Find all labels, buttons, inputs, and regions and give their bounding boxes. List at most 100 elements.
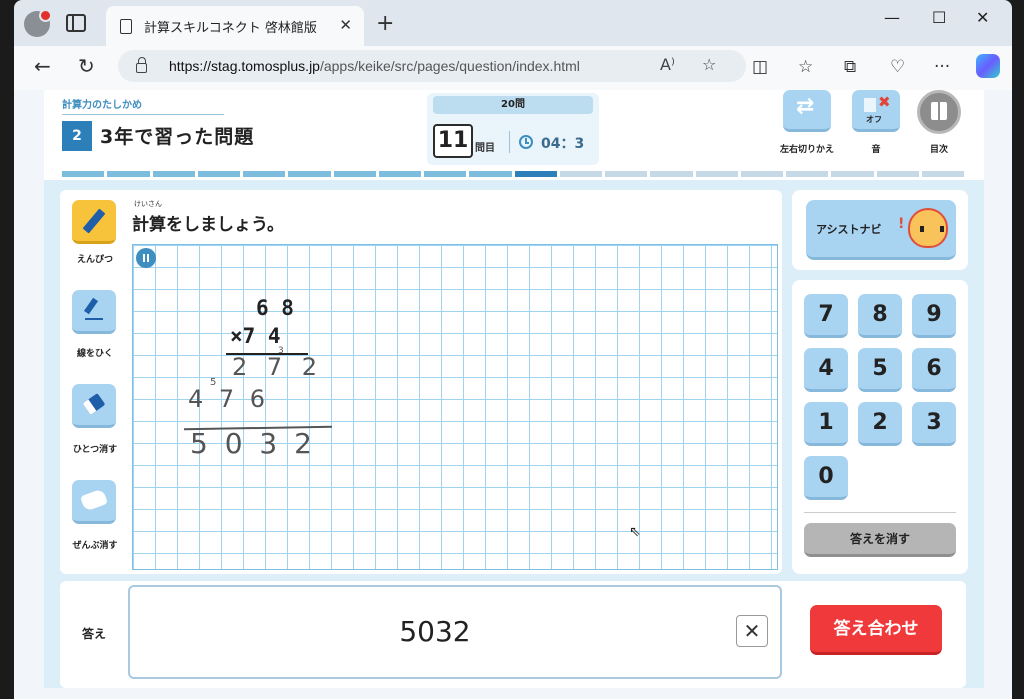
partial-product-1: 2 7 2 xyxy=(232,353,324,381)
clock-icon xyxy=(519,135,533,149)
swap-sides-button[interactable] xyxy=(783,90,831,132)
erase-one-tool-button[interactable] xyxy=(72,384,116,428)
question-unit: 問目 xyxy=(475,143,495,154)
erase-one-tool-label: ひとつ消す xyxy=(72,445,118,455)
progress-segment xyxy=(559,171,602,177)
key-9[interactable]: 9 xyxy=(912,294,956,338)
browser-tab[interactable]: 計算スキルコネクト 啓林館版 ✕ xyxy=(106,6,364,46)
favorites-icon[interactable]: ☆ xyxy=(798,57,813,77)
progress-segment xyxy=(876,171,919,177)
browser-chrome: 計算スキルコネクト 啓林館版 ✕ + — ☐ ✕ ← ↻ https://sta… xyxy=(14,0,1012,90)
clear-answer-x-button[interactable]: ✕ xyxy=(736,615,768,647)
pencil-tool-label: えんぴつ xyxy=(76,255,113,265)
key-2[interactable]: 2 xyxy=(858,402,902,446)
progress-segment xyxy=(107,171,150,177)
key-7[interactable]: 7 xyxy=(804,294,848,338)
assist-navi-label: アシストナビ xyxy=(816,223,882,236)
mouse-cursor-icon: ⇖ xyxy=(629,524,641,540)
pause-icon[interactable] xyxy=(136,248,156,268)
speaker-shape xyxy=(864,98,876,112)
sound-state: オフ xyxy=(866,115,882,124)
unit-badge: 2 xyxy=(62,121,92,151)
performance-icon[interactable]: ♡ xyxy=(890,57,905,77)
progress-segment xyxy=(424,171,467,177)
tab-close-icon[interactable]: ✕ xyxy=(339,16,352,34)
progress-segment xyxy=(831,171,874,177)
line-icon xyxy=(85,318,103,320)
progress-segment xyxy=(197,171,240,177)
question-total: 20問 xyxy=(433,96,593,114)
pencil-icon xyxy=(82,208,106,234)
draw-line-tool-button[interactable] xyxy=(72,290,116,334)
reload-button[interactable]: ↻ xyxy=(78,54,95,78)
key-5[interactable]: 5 xyxy=(858,348,902,392)
page-icon xyxy=(120,18,132,34)
assist-panel: アシストナビ xyxy=(792,190,968,270)
key-1[interactable]: 1 xyxy=(804,402,848,446)
more-menu-icon[interactable]: ··· xyxy=(934,57,950,77)
question-stage: 計算力のたしかめ 2 3年で習った問題 20問 11 問目 04：3 左右切りか… xyxy=(44,90,984,688)
favorite-star-icon[interactable]: ☆ xyxy=(702,55,716,74)
progress-segment xyxy=(514,171,557,177)
speaker-muted-icon: ✖ オフ xyxy=(864,93,891,124)
window-close-button[interactable]: ✕ xyxy=(976,8,989,27)
progress-segment xyxy=(786,171,829,177)
draw-line-tool-label: 線をひく xyxy=(76,349,113,359)
tab-actions-icon[interactable] xyxy=(66,14,86,32)
pencil-tool-button[interactable] xyxy=(72,200,116,244)
question-prompt: 計算をしましょう。 xyxy=(132,215,284,235)
erase-all-icon xyxy=(79,488,109,512)
copilot-icon[interactable] xyxy=(976,54,1000,78)
progress-segment xyxy=(288,171,331,177)
erase-all-tool-button[interactable] xyxy=(72,480,116,524)
progress-segment xyxy=(469,171,512,177)
question-counter: 20問 11 問目 04：3 xyxy=(427,93,599,165)
progress-segment xyxy=(695,171,738,177)
check-answer-button[interactable]: 答え合わせ xyxy=(810,605,942,655)
key-6[interactable]: 6 xyxy=(912,348,956,392)
cat-mascot-icon xyxy=(898,208,948,248)
clear-answer-button[interactable]: 答えを消す xyxy=(804,523,956,557)
progress-segment xyxy=(243,171,286,177)
work-area: えんぴつ 線をひく ひとつ消す ぜんぶ消す けいさん 計算をしましょう。 6 8… xyxy=(60,190,782,574)
key-3[interactable]: 3 xyxy=(912,402,956,446)
erase-all-tool-label: ぜんぶ消す xyxy=(72,541,118,551)
progress-segment xyxy=(62,171,105,177)
key-4[interactable]: 4 xyxy=(804,348,848,392)
line-pen-icon xyxy=(83,297,99,315)
page-title: 3年で習った問題 xyxy=(100,126,255,148)
progress-segment xyxy=(152,171,195,177)
question-header: 計算力のたしかめ 2 3年で習った問題 20問 11 問目 04：3 左右切りか… xyxy=(44,90,984,180)
new-tab-button[interactable]: + xyxy=(376,11,394,36)
progress-segment xyxy=(605,171,648,177)
assist-navi-button[interactable]: アシストナビ xyxy=(806,200,956,260)
multiplier: ×7 4 xyxy=(230,324,281,348)
contents-book-icon[interactable] xyxy=(917,90,961,134)
timer: 04：3 xyxy=(541,136,585,152)
key-0[interactable]: 0 xyxy=(804,456,848,500)
read-aloud-icon[interactable]: A⁾ xyxy=(660,55,675,74)
maximize-button[interactable]: ☐ xyxy=(932,8,946,27)
partial-product-2: 4 7 6 xyxy=(188,385,270,413)
answer-field[interactable]: 5032 ✕ xyxy=(128,585,782,679)
profile-avatar[interactable] xyxy=(24,9,52,37)
key-8[interactable]: 8 xyxy=(858,294,902,338)
sound-label: 音 xyxy=(871,145,881,155)
minimize-button[interactable]: — xyxy=(884,8,900,27)
answer-row: 答え 5032 ✕ 答え合わせ xyxy=(60,581,966,688)
navigation-bar: ← ↻ https://stag.tomosplus.jp/apps/keike… xyxy=(14,46,1012,90)
url-text[interactable]: https://stag.tomosplus.jp/apps/keike/src… xyxy=(169,58,580,74)
multiplicand: 6 8 xyxy=(256,296,294,320)
progress-segment xyxy=(333,171,376,177)
lock-icon[interactable] xyxy=(136,57,147,73)
question-number: 11 xyxy=(433,124,473,158)
address-bar[interactable]: https://stag.tomosplus.jp/apps/keike/src… xyxy=(118,50,746,82)
collections-icon[interactable]: ⧉ xyxy=(844,57,856,77)
tab-bar: 計算スキルコネクト 啓林館版 ✕ + — ☐ ✕ xyxy=(14,0,1012,46)
split-screen-icon[interactable]: ◫ xyxy=(752,57,768,77)
progress-segment xyxy=(740,171,783,177)
prompt-ruby: けいさん xyxy=(134,200,162,208)
back-button[interactable]: ← xyxy=(34,54,51,78)
sound-toggle-button[interactable]: ✖ オフ xyxy=(852,90,900,132)
progress-segment xyxy=(921,171,964,177)
